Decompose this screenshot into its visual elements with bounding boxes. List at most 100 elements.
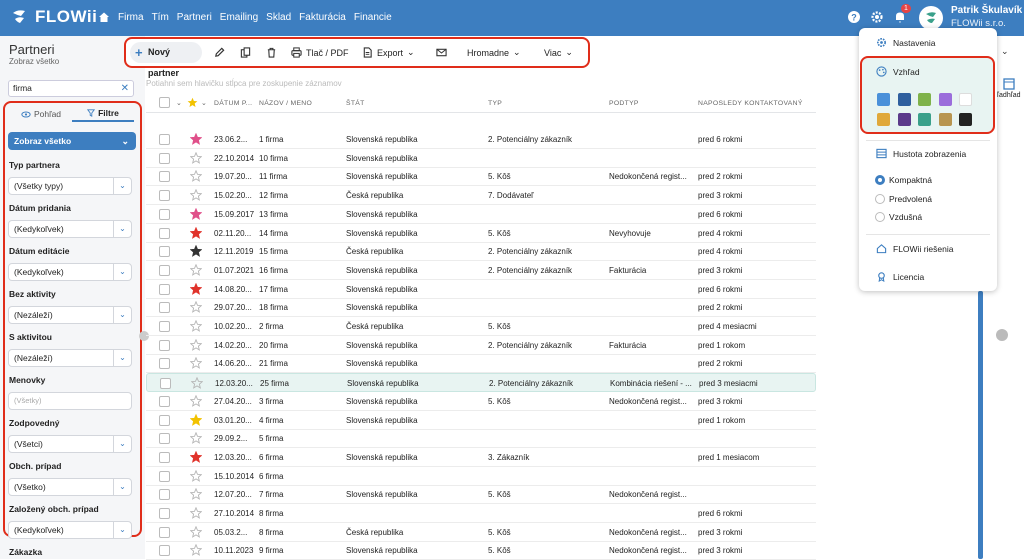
table-row[interactable]: 14.08.20... 17 firma Slovenská republika pr… — [146, 280, 816, 299]
table-row[interactable]: 15.02.20... 12 firma Česká republika 7. Dod… — [146, 186, 816, 206]
nav-fakturacia[interactable]: Fakturácia — [299, 12, 346, 23]
table-row[interactable]: 29.07.20... 18 firma Slovenská republika pr… — [146, 298, 816, 318]
color-swatch[interactable] — [959, 113, 972, 126]
gear-icon[interactable] — [870, 10, 884, 24]
row-checkbox[interactable] — [159, 227, 170, 239]
table-row[interactable]: 10.11.2023 9 firma Slovenská republika 5. K… — [146, 541, 816, 560]
row-checkbox[interactable] — [159, 283, 170, 295]
star-icon[interactable] — [190, 338, 202, 351]
collapse-right-handle[interactable] — [996, 329, 1008, 341]
star-icon[interactable] — [190, 394, 202, 407]
star-icon[interactable] — [190, 226, 202, 239]
header-last-contact[interactable]: NAPOSLEDY KONTAKTOVANÝ — [698, 100, 803, 107]
row-checkbox[interactable] — [159, 451, 170, 463]
menu-solutions[interactable]: FLOWii riešenia — [876, 243, 953, 254]
row-checkbox[interactable] — [159, 152, 170, 164]
show-all-dropdown[interactable]: Zobraz všetko ⌄ — [8, 132, 136, 150]
color-swatch[interactable] — [918, 93, 931, 106]
logo[interactable]: FLOWii — [10, 7, 97, 27]
row-checkbox[interactable] — [159, 246, 170, 258]
density-airy-radio[interactable] — [875, 212, 885, 222]
nav-partneri[interactable]: Partneri — [177, 12, 212, 23]
row-checkbox[interactable] — [159, 395, 170, 407]
star-icon[interactable] — [190, 357, 202, 370]
table-row[interactable]: 27.10.2014 8 firma pred 6 rokmi — [146, 504, 816, 523]
star-icon[interactable] — [190, 450, 202, 463]
filter-select[interactable]: (Kedykoľvek) ⌄ — [8, 220, 132, 238]
star-icon[interactable] — [190, 189, 202, 201]
star-icon[interactable] — [190, 301, 202, 314]
filter-select[interactable]: (Nezáleží) ⌄ — [8, 349, 132, 367]
export-button[interactable]: Export ⌄ — [362, 47, 415, 58]
help-icon[interactable]: ? — [847, 10, 861, 24]
star-icon[interactable] — [190, 544, 202, 557]
table-row[interactable]: 14.02.20... 20 firma Slovenská republika 2.… — [146, 336, 816, 355]
tab-view[interactable]: Pohľad — [10, 106, 72, 122]
table-row[interactable]: 05.03.2... 8 firma Česká republika 5. Kôš Ne… — [146, 523, 816, 542]
select-chevron-icon[interactable]: ⌄ — [176, 99, 182, 107]
row-checkbox[interactable] — [159, 508, 170, 519]
star-chevron-icon[interactable]: ⌄ — [201, 99, 207, 107]
clear-search-icon[interactable]: ✕ — [121, 81, 129, 96]
table-row[interactable]: 27.04.20... 3 firma Slovenská republika 5. … — [146, 392, 816, 411]
table-row[interactable]: 15.09.2017 13 firma Slovenská republika pre… — [146, 205, 816, 224]
star-icon[interactable] — [190, 413, 202, 426]
row-checkbox[interactable] — [159, 545, 170, 557]
table-row[interactable]: 12.11.2019 15 firma Česká republika 2. Pote… — [146, 242, 816, 262]
row-checkbox[interactable] — [159, 526, 170, 538]
row-checkbox[interactable] — [159, 134, 170, 145]
filter-select[interactable]: (Všetci) ⌄ — [8, 435, 132, 453]
row-checkbox[interactable] — [159, 264, 170, 276]
bulk-button[interactable]: Hromadne ⌄ — [467, 47, 521, 58]
density-default-radio[interactable] — [875, 194, 885, 204]
nav-emailing[interactable]: Emailing — [220, 12, 258, 23]
filter-select[interactable]: (Nezáleží) ⌄ — [8, 306, 132, 324]
header-subtype[interactable]: PODTYP — [609, 100, 639, 107]
menu-license[interactable]: Licencia — [876, 271, 924, 282]
table-row[interactable]: 10.02.20... 2 firma Česká republika 5. Kôš p… — [146, 317, 816, 336]
table-row[interactable]: 22.10.2014 10 firma Slovenská republika — [146, 149, 816, 168]
row-checkbox[interactable] — [159, 190, 170, 202]
color-swatch[interactable] — [918, 113, 931, 126]
row-checkbox[interactable] — [159, 171, 170, 183]
nav-firma[interactable]: Firma — [118, 12, 144, 23]
filter-select[interactable]: (Všetky typy) ⌄ — [8, 177, 132, 195]
row-checkbox[interactable] — [159, 302, 170, 314]
color-swatch[interactable] — [897, 93, 911, 106]
table-row[interactable]: 29.09.2... 5 firma — [146, 429, 816, 449]
menu-settings[interactable]: Nastavenia — [876, 37, 936, 48]
menu-density[interactable]: Hustota zobrazenia — [876, 148, 966, 159]
table-row[interactable]: 02.11.20... 14 firma Slovenská republika 5.… — [146, 224, 816, 243]
home-icon[interactable] — [98, 11, 110, 23]
star-icon[interactable] — [190, 469, 202, 482]
filter-select[interactable]: (Kedykoľvek) ⌄ — [8, 263, 132, 281]
new-partner-button[interactable]: + Nový partner — [130, 42, 202, 78]
color-swatch[interactable] — [897, 113, 911, 126]
header-date[interactable]: DÁTUM P... — [214, 100, 252, 107]
tab-filters[interactable]: Filtre — [72, 106, 134, 122]
row-checkbox[interactable] — [160, 378, 171, 390]
duplicate-button[interactable] — [240, 47, 251, 58]
star-icon[interactable] — [190, 263, 202, 276]
color-swatch[interactable] — [877, 113, 890, 126]
star-icon[interactable] — [190, 133, 202, 145]
edit-button[interactable] — [214, 47, 225, 58]
star-icon[interactable] — [190, 507, 202, 519]
star-icon[interactable] — [190, 282, 202, 295]
row-checkbox[interactable] — [159, 414, 170, 426]
user-info[interactable]: Patrik Škulavík FLOWii s.r.o. — [951, 4, 1022, 30]
row-checkbox[interactable] — [159, 433, 170, 445]
menu-appearance[interactable]: Vzhľad — [876, 66, 920, 77]
filter-select[interactable]: (Kedykoľvek) ⌄ — [8, 521, 132, 539]
right-panel-tab[interactable]: ľadhľad — [997, 78, 1024, 108]
star-icon[interactable] — [190, 320, 202, 332]
star-icon[interactable] — [190, 207, 202, 220]
color-swatch[interactable] — [877, 93, 890, 106]
star-icon[interactable] — [190, 245, 202, 258]
nav-tim[interactable]: Tím — [152, 12, 169, 23]
avatar[interactable] — [919, 6, 943, 30]
select-all-checkbox[interactable] — [159, 97, 170, 108]
table-row[interactable]: 15.10.2014 6 firma — [146, 467, 816, 486]
star-icon[interactable] — [190, 151, 202, 164]
table-row[interactable]: 01.07.2021 16 firma Slovenská republika 2. … — [146, 261, 816, 280]
